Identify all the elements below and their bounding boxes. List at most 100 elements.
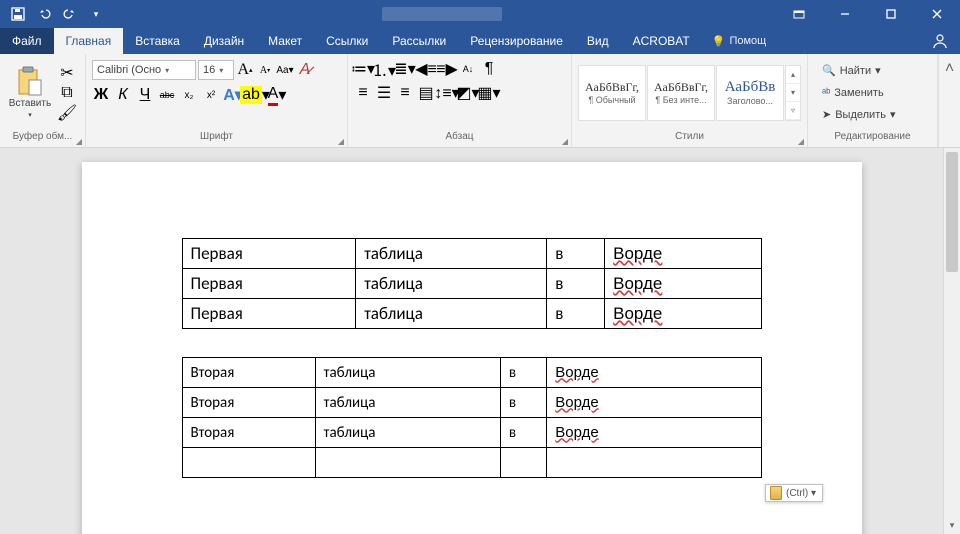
cut-button[interactable]: ✂ [58, 64, 76, 82]
tab-design[interactable]: Дизайн [192, 28, 256, 54]
copy-button[interactable]: ⧉ [58, 84, 76, 102]
vertical-scrollbar[interactable]: ▴ ▾ [943, 148, 960, 534]
change-case-button[interactable]: Aa▾ [276, 61, 294, 79]
clipboard-icon [770, 486, 782, 500]
table-row[interactable]: Вторая таблица в Ворде [182, 388, 761, 418]
grow-font-button[interactable]: A▴ [236, 61, 254, 79]
tab-mailings[interactable]: Рассылки [380, 28, 458, 54]
table-1[interactable]: Первая таблица в Ворде Первая таблица в … [182, 238, 762, 329]
table-row[interactable]: Вторая таблица в Ворде [182, 358, 761, 388]
tab-references[interactable]: Ссылки [314, 28, 380, 54]
quick-access-toolbar: ▾ [0, 2, 108, 26]
paragraph-dialog-launcher[interactable]: ◢ [562, 137, 568, 146]
replace-icon: ᵃᵇ [822, 87, 830, 99]
font-name-combo[interactable]: Calibri (Осно▾ [92, 60, 196, 80]
sort-button[interactable]: A↓ [459, 60, 477, 78]
align-right-button[interactable]: ≡ [396, 84, 414, 102]
account-button[interactable] [920, 28, 960, 54]
group-paragraph: ≔▾ ⒈▾ ≣▾ ◀≡ ≡▶ A↓ ¶ ≡ ☰ ≡ ▤ ↕≡▾ ◩▾ ▦▾ Аб… [348, 54, 572, 147]
lightbulb-icon: 💡 [712, 35, 726, 48]
minimize-button[interactable] [822, 0, 868, 28]
tab-view[interactable]: Вид [575, 28, 621, 54]
group-title-paragraph: Абзац◢ [348, 131, 571, 147]
group-title-styles: Стили◢ [572, 131, 807, 147]
group-title-clipboard: Буфер обм...◢ [0, 131, 85, 147]
font-size-combo[interactable]: 16▾ [198, 60, 234, 80]
table-row[interactable]: Первая таблица в Ворде [182, 239, 761, 269]
format-painter-button[interactable]: 🖌 [58, 104, 76, 122]
close-button[interactable] [914, 0, 960, 28]
italic-button[interactable]: К [114, 86, 132, 104]
font-color-button[interactable]: A▾ [268, 86, 286, 104]
superscript-button[interactable]: x² [202, 86, 220, 104]
underline-button[interactable]: Ч [136, 86, 154, 104]
styles-dialog-launcher[interactable]: ◢ [798, 137, 804, 146]
line-spacing-button[interactable]: ↕≡▾ [438, 84, 456, 102]
select-button[interactable]: ➤Выделить ▾ [818, 105, 900, 125]
tab-review[interactable]: Рецензирование [458, 28, 575, 54]
workspace: Первая таблица в Ворде Первая таблица в … [0, 148, 960, 534]
group-title-editing: Редактирование [808, 131, 937, 147]
multilevel-button[interactable]: ≣▾ [396, 60, 414, 78]
cursor-icon: ➤ [822, 108, 831, 121]
paste-icon [17, 66, 43, 96]
bold-button[interactable]: Ж [92, 86, 110, 104]
document-area[interactable]: Первая таблица в Ворде Первая таблица в … [0, 148, 943, 534]
collapse-ribbon-button[interactable]: ˄ [938, 54, 960, 147]
borders-button[interactable]: ▦▾ [480, 84, 498, 102]
tab-home[interactable]: Главная [54, 28, 124, 54]
paste-button[interactable]: Вставить ▾ [6, 60, 54, 126]
styles-more-button[interactable]: ▴▾▿ [785, 65, 801, 121]
align-center-button[interactable]: ☰ [375, 84, 393, 102]
font-dialog-launcher[interactable]: ◢ [338, 137, 344, 146]
ribbon-display-button[interactable] [776, 0, 822, 28]
styles-gallery[interactable]: АаБбВвГг,¶ Обычный АаБбВвГг,¶ Без инте..… [578, 60, 801, 126]
style-heading1[interactable]: АаБбВвЗаголово... [716, 65, 784, 121]
clipboard-dialog-launcher[interactable]: ◢ [76, 137, 82, 146]
strike-button[interactable]: abc [158, 86, 176, 104]
align-left-button[interactable]: ≡ [354, 84, 372, 102]
qat-customize-button[interactable]: ▾ [84, 2, 108, 26]
justify-button[interactable]: ▤ [417, 84, 435, 102]
highlight-button[interactable]: ab▾ [246, 86, 264, 104]
subscript-button[interactable]: x₂ [180, 86, 198, 104]
table-row[interactable]: Первая таблица в Ворде [182, 269, 761, 299]
tab-file[interactable]: Файл [0, 28, 54, 54]
page[interactable]: Первая таблица в Ворде Первая таблица в … [82, 162, 862, 534]
scroll-down-button[interactable]: ▾ [944, 517, 960, 534]
tell-me-button[interactable]: 💡Помощ [702, 28, 776, 54]
group-editing: 🔍Найти ▾ ᵃᵇЗаменить ➤Выделить ▾ Редактир… [808, 54, 938, 147]
save-button[interactable] [6, 2, 30, 26]
shrink-font-button[interactable]: A▾ [256, 61, 274, 79]
style-no-spacing[interactable]: АаБбВвГг,¶ Без инте... [647, 65, 715, 121]
scroll-thumb[interactable] [946, 152, 958, 272]
group-font: Calibri (Осно▾ 16▾ A▴ A▾ Aa▾ A̷ Ж К Ч ab… [86, 54, 348, 147]
show-marks-button[interactable]: ¶ [480, 60, 498, 78]
table-row[interactable] [182, 448, 761, 478]
tab-acrobat[interactable]: ACROBAT [621, 28, 702, 54]
table-row[interactable]: Первая таблица в Ворде [182, 299, 761, 329]
shading-button[interactable]: ◩▾ [459, 84, 477, 102]
paste-options-tag[interactable]: (Ctrl) ▾ [765, 484, 823, 502]
undo-button[interactable] [32, 2, 56, 26]
table-row[interactable]: Вторая таблица в Ворде [182, 418, 761, 448]
window-controls [776, 0, 960, 28]
search-icon: 🔍 [822, 64, 836, 77]
replace-button[interactable]: ᵃᵇЗаменить [818, 83, 900, 103]
clear-format-button[interactable]: A̷ [296, 61, 314, 79]
tab-layout[interactable]: Макет [256, 28, 314, 54]
increase-indent-button[interactable]: ≡▶ [438, 60, 456, 78]
table-2[interactable]: Вторая таблица в Ворде Вторая таблица в … [182, 357, 762, 478]
title-bar: ▾ [0, 0, 960, 28]
numbering-button[interactable]: ⒈▾ [375, 60, 393, 78]
style-normal[interactable]: АаБбВвГг,¶ Обычный [578, 65, 646, 121]
title-text-obscured [382, 7, 502, 21]
maximize-button[interactable] [868, 0, 914, 28]
ribbon: Вставить ▾ ✂ ⧉ 🖌 Буфер обм...◢ Calibri (… [0, 54, 960, 148]
group-styles: АаБбВвГг,¶ Обычный АаБбВвГг,¶ Без инте..… [572, 54, 808, 147]
tab-insert[interactable]: Вставка [123, 28, 192, 54]
bullets-button[interactable]: ≔▾ [354, 60, 372, 78]
decrease-indent-button[interactable]: ◀≡ [417, 60, 435, 78]
redo-button[interactable] [58, 2, 82, 26]
find-button[interactable]: 🔍Найти ▾ [818, 61, 900, 81]
